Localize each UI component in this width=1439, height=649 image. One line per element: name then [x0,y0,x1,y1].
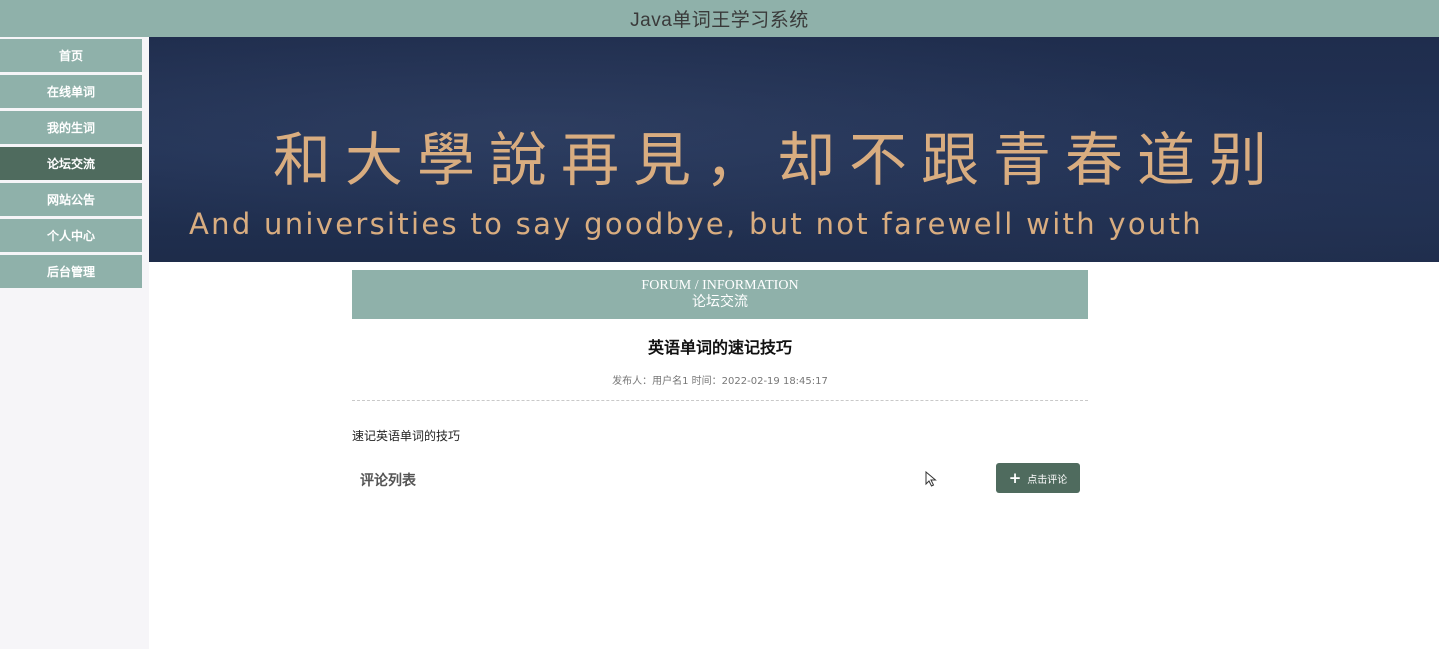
section-title-cn: 论坛交流 [692,295,748,310]
banner: 和大學說再見，却不跟青春道别 And universities to say g… [149,37,1439,262]
section-title-en: FORUM / INFORMATION [641,278,799,293]
sidebar-item-online-words[interactable]: 在线单词 [0,75,142,108]
divider [352,400,1088,401]
comments-title: 评论列表 [360,473,416,489]
sidebar-item-announcements[interactable]: 网站公告 [0,183,142,216]
banner-subline: And universities to say goodbye, but not… [189,207,1203,241]
sidebar-item-home[interactable]: 首页 [0,39,142,72]
add-comment-label: 点击评论 [1027,474,1068,486]
sidebar-item-admin[interactable]: 后台管理 [0,255,142,288]
add-comment-button[interactable]: + 点击评论 [996,463,1080,493]
top-bar: Java单词王学习系统 [0,0,1439,37]
sidebar-item-personal-center[interactable]: 个人中心 [0,219,142,252]
mouse-cursor-icon [925,471,937,487]
post-meta: 发布人：用户名1 时间：2022-02-19 18:45:17 [612,376,828,387]
post-title: 英语单词的速记技巧 [647,338,792,357]
banner-headline: 和大學說再見，却不跟青春道别 [273,126,1282,194]
post-body: 速记英语单词的技巧 [352,429,461,443]
sidebar: 首页 在线单词 我的生词 论坛交流 网站公告 个人中心 后台管理 [0,37,149,649]
sidebar-item-my-new-words[interactable]: 我的生词 [0,111,142,144]
plus-icon: + [1008,468,1022,487]
section-header: FORUM / INFORMATION 论坛交流 [352,270,1088,319]
sidebar-item-forum[interactable]: 论坛交流 [0,147,142,180]
app-title: Java单词王学习系统 [630,10,809,31]
